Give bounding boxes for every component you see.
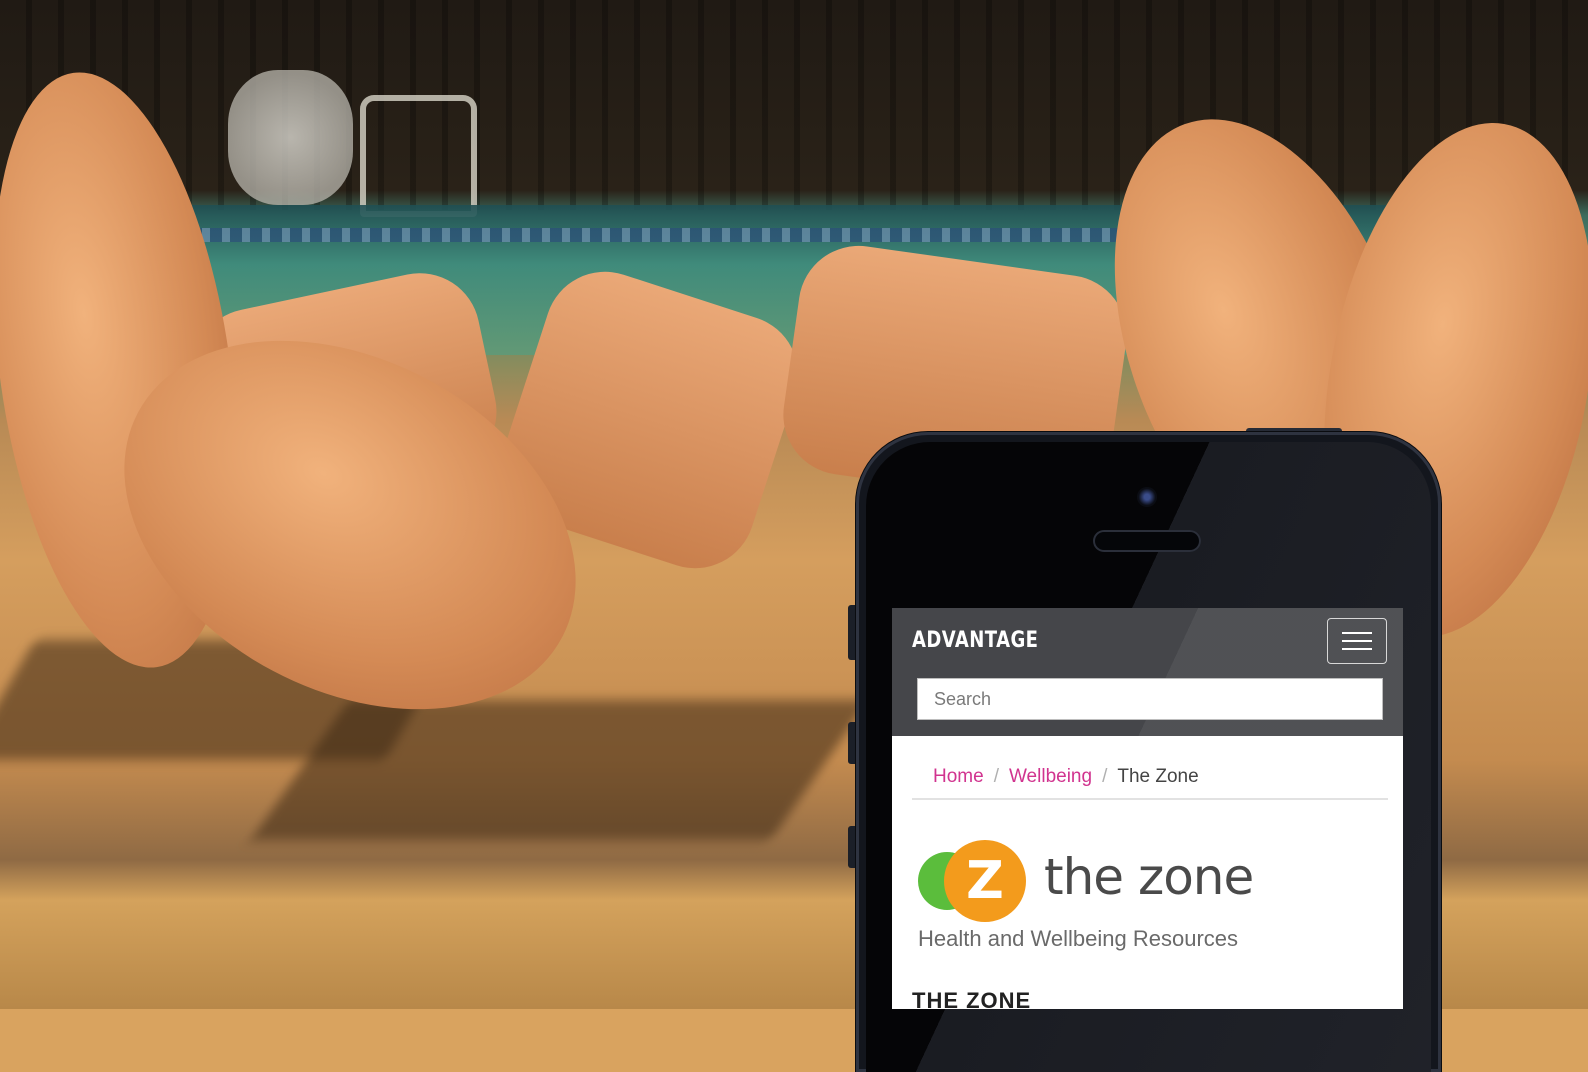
phone-side-button bbox=[848, 722, 856, 764]
phone-side-button bbox=[848, 826, 856, 868]
breadcrumb-separator: / bbox=[993, 766, 999, 787]
speaker-icon bbox=[1093, 530, 1201, 552]
photo-shadow bbox=[250, 700, 870, 840]
breadcrumb: Home / Wellbeing / The Zone bbox=[912, 756, 1388, 800]
photo-pool-tiles bbox=[150, 228, 1200, 242]
phone-screen: ADVANTAGE Home / Wellbeing / The Zone Z … bbox=[892, 608, 1403, 1009]
phone-side-button bbox=[848, 605, 856, 660]
hamburger-icon bbox=[1342, 640, 1372, 642]
hamburger-icon bbox=[1342, 648, 1372, 650]
hamburger-icon bbox=[1342, 632, 1372, 634]
the-zone-logo: Z the zone Health and Wellbeing Resource… bbox=[918, 838, 1258, 958]
photo-umbrella bbox=[228, 70, 353, 205]
breadcrumb-home-link[interactable]: Home bbox=[933, 766, 984, 788]
breadcrumb-wellbeing-link[interactable]: Wellbeing bbox=[1009, 766, 1092, 788]
brand-logo[interactable]: ADVANTAGE bbox=[912, 628, 1038, 653]
page-heading: THE ZONE bbox=[912, 988, 1032, 1009]
breadcrumb-separator: / bbox=[1102, 766, 1108, 787]
breadcrumb-current: The Zone bbox=[1117, 766, 1199, 787]
menu-toggle-button[interactable] bbox=[1327, 618, 1387, 664]
logo-tagline: Health and Wellbeing Resources bbox=[918, 926, 1238, 951]
logo-orange-circle: Z bbox=[944, 840, 1026, 922]
photo-chair bbox=[360, 95, 477, 217]
logo-wordmark: the zone bbox=[1044, 848, 1254, 906]
camera-icon bbox=[1137, 487, 1157, 507]
search-input[interactable] bbox=[917, 678, 1383, 720]
site-navbar: ADVANTAGE bbox=[892, 608, 1403, 736]
